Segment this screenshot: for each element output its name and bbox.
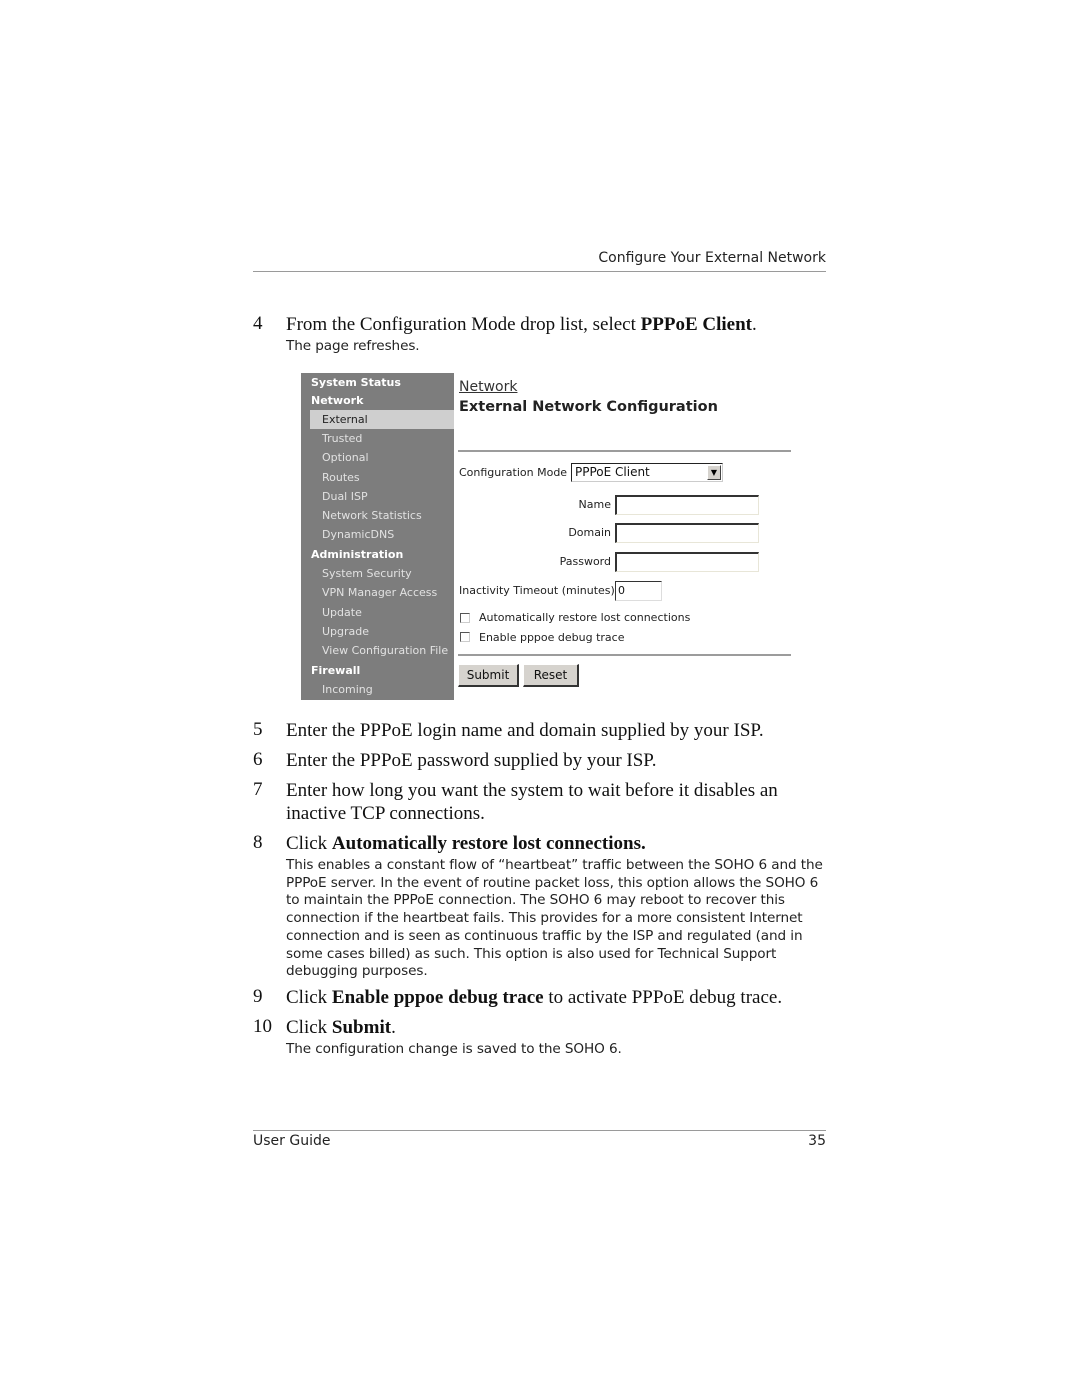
sidebar-nav: System Status Network External Trusted O… xyxy=(301,373,454,700)
sidebar-item-routes[interactable]: Routes xyxy=(301,468,454,487)
step-text-pre: Click xyxy=(286,1017,332,1038)
step-text: Enter the PPPoE password supplied by you… xyxy=(286,750,657,771)
auto-restore-label[interactable]: Automatically restore lost connections xyxy=(479,611,690,624)
header-rule xyxy=(253,271,826,272)
name-input[interactable] xyxy=(615,495,759,515)
page-number: 35 xyxy=(808,1133,826,1149)
sidebar-item-incoming[interactable]: Incoming xyxy=(301,680,454,699)
step-text-bold: Automatically restore lost connections. xyxy=(331,833,646,854)
reset-button[interactable]: Reset xyxy=(523,664,579,687)
footer-rule xyxy=(253,1130,826,1131)
step-text-post: to activate PPPoE debug trace. xyxy=(543,987,783,1008)
auto-restore-checkbox[interactable] xyxy=(460,613,470,623)
step-text: Click Automatically restore lost connect… xyxy=(286,832,836,855)
divider-top xyxy=(458,450,791,452)
ui-screenshot: System Status Network External Trusted O… xyxy=(301,373,795,701)
step-text: Click Submit. xyxy=(286,1016,836,1039)
debug-trace-checkbox[interactable] xyxy=(460,632,470,642)
name-label: Name xyxy=(578,498,611,511)
step-text-pre: Click xyxy=(286,833,332,854)
step-number: 10 xyxy=(253,1016,272,1037)
sidebar-item-optional[interactable]: Optional xyxy=(301,448,454,467)
config-mode-value: PPPoE Client xyxy=(575,465,650,479)
domain-input[interactable] xyxy=(615,523,759,543)
step-number: 9 xyxy=(253,986,263,1007)
breadcrumb-network[interactable]: Network xyxy=(459,379,517,395)
domain-label: Domain xyxy=(568,526,611,539)
step-text-bold: Submit xyxy=(331,1017,392,1038)
step-number: 4 xyxy=(253,313,263,334)
step-4-note: The page refreshes. xyxy=(286,338,420,354)
sidebar-section-firewall[interactable]: Firewall xyxy=(301,661,454,680)
sidebar-section-system-status[interactable]: System Status xyxy=(301,373,454,392)
submit-button[interactable]: Submit xyxy=(458,664,519,687)
sidebar-section-administration[interactable]: Administration xyxy=(301,545,454,564)
step-number: 7 xyxy=(253,779,263,800)
step-text-bold: Enable pppoe debug trace xyxy=(331,987,544,1008)
sidebar-item-external[interactable]: External xyxy=(310,410,454,429)
config-mode-label: Configuration Mode xyxy=(459,466,568,479)
sidebar-item-dynamicdns[interactable]: DynamicDNS xyxy=(301,525,454,544)
sidebar-section-network[interactable]: Network xyxy=(301,391,454,410)
step-text: From the Configuration Mode drop list, s… xyxy=(286,313,836,336)
config-mode-select[interactable]: PPPoE Client ▼ xyxy=(571,463,723,482)
sidebar-item-network-statistics[interactable]: Network Statistics xyxy=(301,506,454,525)
running-header: Configure Your External Network xyxy=(598,250,826,266)
step-10-note: The configuration change is saved to the… xyxy=(286,1041,622,1057)
sidebar-item-trusted[interactable]: Trusted xyxy=(301,429,454,448)
step-text-pre: From the Configuration Mode drop list, s… xyxy=(286,314,641,335)
debug-trace-label[interactable]: Enable pppoe debug trace xyxy=(479,631,624,644)
step-text-pre: Click xyxy=(286,987,332,1008)
step-text: Click Enable pppoe debug trace to activa… xyxy=(286,986,836,1009)
config-panel: Network External Network Configuration C… xyxy=(458,373,795,701)
step-text-post: . xyxy=(751,314,757,335)
step-number: 6 xyxy=(253,749,263,770)
password-input[interactable] xyxy=(615,552,759,572)
dropdown-arrow-icon[interactable]: ▼ xyxy=(707,465,721,480)
footer-guide-title: User Guide xyxy=(253,1133,331,1149)
page-title: External Network Configuration xyxy=(459,399,718,415)
step-number: 8 xyxy=(253,832,263,853)
sidebar-item-update[interactable]: Update xyxy=(301,603,454,622)
step-text: Enter how long you want the system to wa… xyxy=(286,780,778,824)
divider-bottom xyxy=(458,654,791,656)
password-label: Password xyxy=(559,555,611,568)
step-text: Enter the PPPoE login name and domain su… xyxy=(286,720,764,741)
sidebar-item-dual-isp[interactable]: Dual ISP xyxy=(301,487,454,506)
sidebar-item-upgrade[interactable]: Upgrade xyxy=(301,622,454,641)
step-text-post: . xyxy=(391,1017,396,1038)
step-8-note: This enables a constant flow of “heartbe… xyxy=(286,857,823,980)
sidebar-item-system-security[interactable]: System Security xyxy=(301,564,454,583)
sidebar-item-vpn-manager-access[interactable]: VPN Manager Access xyxy=(301,583,454,602)
sidebar-item-view-configuration-file[interactable]: View Configuration File xyxy=(301,641,454,660)
step-text-bold: PPPoE Client xyxy=(640,314,752,335)
step-number: 5 xyxy=(253,719,263,740)
inactivity-timeout-label: Inactivity Timeout (minutes) xyxy=(459,584,615,597)
inactivity-timeout-input[interactable]: 0 xyxy=(615,581,662,601)
